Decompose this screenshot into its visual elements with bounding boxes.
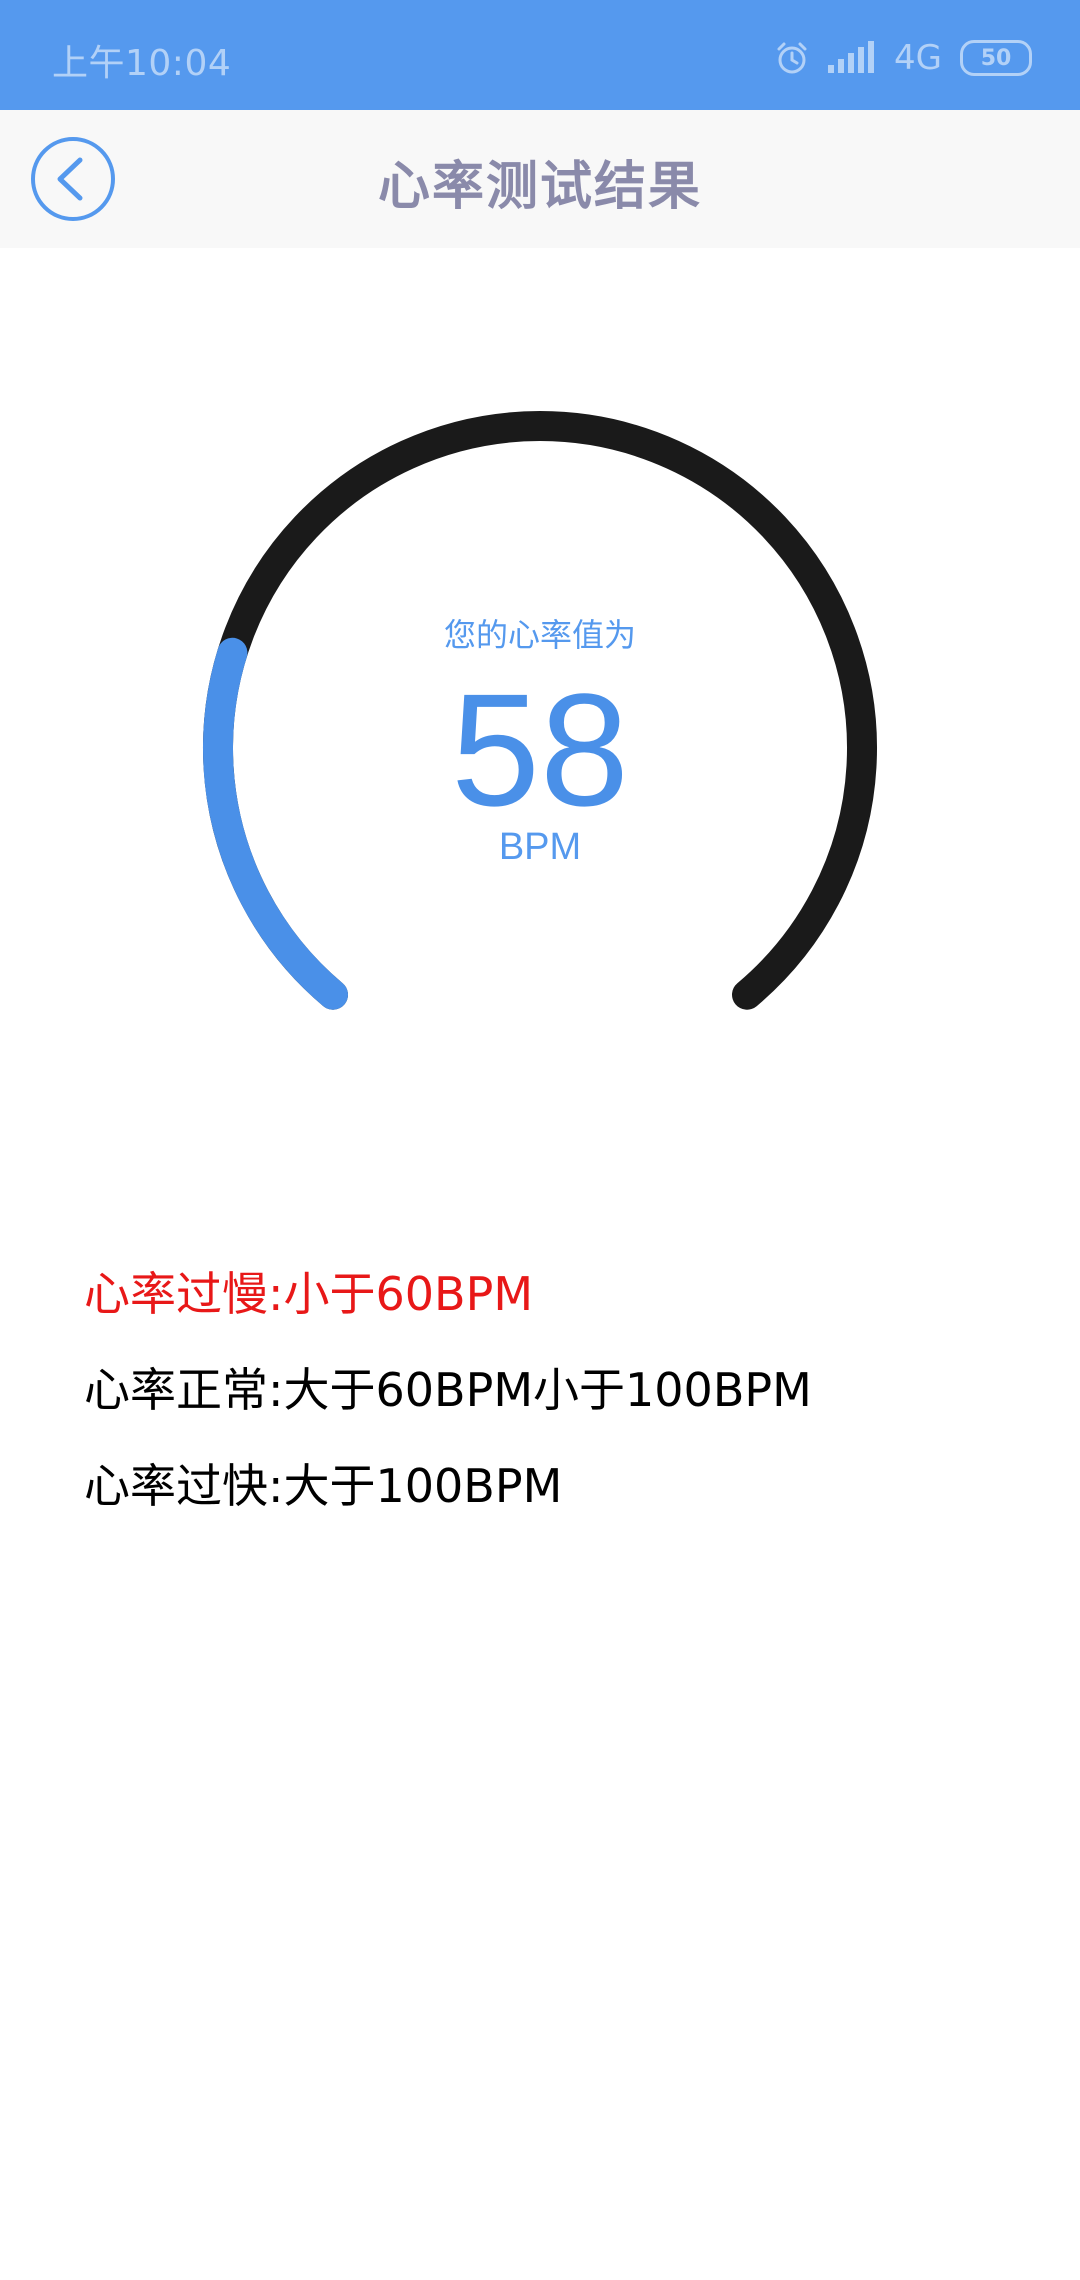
alarm-icon — [777, 42, 807, 74]
heart-rate-unit: BPM — [498, 826, 582, 868]
page-title: 心率测试结果 — [377, 157, 702, 217]
status-bar: 上午10:04 4G 50 — [0, 0, 1080, 110]
header: 心率测试结果 — [0, 110, 1080, 248]
status-icons: 4G 50 — [774, 36, 1032, 80]
heart-rate-value: 58 — [451, 660, 629, 839]
network-type: 4G — [894, 38, 942, 78]
gauge-caption: 您的心率值为 — [443, 616, 636, 654]
heart-rate-legend: 心率过慢:小于60BPM 心率正常:大于60BPM小于100BPM 心率过快:大… — [84, 1262, 812, 1550]
battery-icon: 50 — [960, 40, 1032, 76]
status-time: 上午10:04 — [52, 43, 232, 84]
battery-level: 50 — [980, 45, 1012, 71]
legend-fast: 心率过快:大于100BPM — [84, 1459, 563, 1513]
legend-normal: 心率正常:大于60BPM小于100BPM — [84, 1363, 812, 1417]
signal-icon — [828, 41, 875, 73]
legend-slow: 心率过慢:小于60BPM — [84, 1267, 534, 1321]
